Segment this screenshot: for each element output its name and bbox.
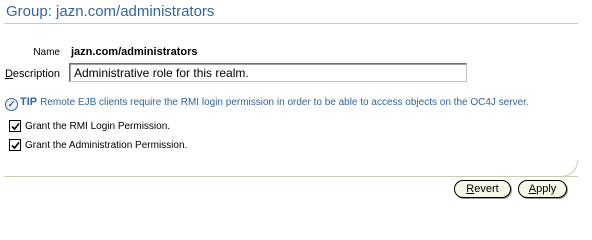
checkmark-icon xyxy=(10,122,20,130)
rmi-login-permission-checkbox[interactable] xyxy=(9,120,21,132)
checkmark-icon xyxy=(10,141,20,149)
info-check-icon: ✓ xyxy=(5,98,18,111)
description-accesskey: D xyxy=(4,68,13,80)
tip-label: TIP xyxy=(20,96,38,108)
apply-button[interactable]: Apply xyxy=(518,180,567,198)
description-input[interactable] xyxy=(69,63,467,82)
divider-curve xyxy=(560,160,579,177)
description-label: Description xyxy=(5,68,60,80)
revert-accesskey: R xyxy=(466,183,475,195)
tip-text: Remote EJB clients require the RMI login… xyxy=(40,97,529,108)
administration-permission-label: Grant the Administration Permission. xyxy=(25,139,188,151)
description-label-text: escription xyxy=(12,68,60,80)
rmi-login-permission-row[interactable]: Grant the RMI Login Permission. xyxy=(9,120,170,132)
apply-label: pply xyxy=(536,183,557,195)
name-label: Name xyxy=(33,47,60,58)
revert-button[interactable]: Revert xyxy=(454,180,511,198)
administration-permission-checkbox[interactable] xyxy=(9,139,21,151)
tip-message: ✓ TIP Remote EJB clients require the RMI l… xyxy=(5,96,529,111)
rmi-login-permission-label: Grant the RMI Login Permission. xyxy=(25,120,171,132)
bottom-divider xyxy=(4,176,578,177)
revert-label: evert xyxy=(474,183,499,195)
administration-permission-row[interactable]: Grant the Administration Permission. xyxy=(9,139,187,151)
apply-accesskey: A xyxy=(528,183,537,195)
name-value: jazn.com/administrators xyxy=(71,46,198,58)
page-title: Group: jazn.com/administrators xyxy=(6,3,215,20)
title-divider xyxy=(4,23,578,24)
